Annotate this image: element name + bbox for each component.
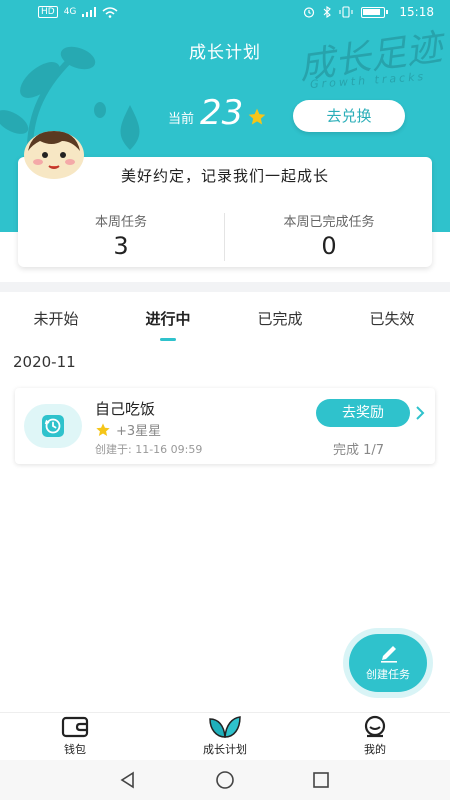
wifi-icon bbox=[102, 6, 118, 18]
home-icon[interactable] bbox=[215, 770, 235, 790]
hd-badge: HD bbox=[38, 6, 58, 18]
clock-time: 15:18 bbox=[399, 5, 434, 19]
weekly-done-label: 本周已完成任务 bbox=[283, 215, 375, 230]
redeem-button[interactable]: 去兑换 bbox=[293, 100, 405, 132]
active-tab-indicator bbox=[160, 338, 176, 341]
tab-completed[interactable]: 已完成 bbox=[224, 308, 336, 329]
star-icon bbox=[248, 108, 266, 125]
task-reward: +3星星 bbox=[95, 420, 161, 439]
nav-wallet[interactable]: 钱包 bbox=[25, 715, 125, 757]
nav-wallet-label: 钱包 bbox=[64, 743, 86, 756]
wallet-icon bbox=[61, 716, 89, 738]
bluetooth-icon bbox=[324, 6, 332, 18]
tab-expired[interactable]: 已失效 bbox=[336, 308, 448, 329]
network-label: 4G bbox=[63, 7, 77, 17]
give-reward-button[interactable]: 去奖励 bbox=[316, 399, 410, 427]
task-icon-badge bbox=[24, 404, 82, 448]
profile-icon bbox=[364, 715, 386, 738]
task-item[interactable]: 自己吃饭 +3星星 创建于: 11-16 09:59 去奖励 完成 1/7 bbox=[15, 388, 435, 464]
task-progress: 完成 1/7 bbox=[333, 443, 385, 458]
task-reward-text: +3星星 bbox=[116, 424, 162, 439]
status-bar: HD 4G 15:18 bbox=[0, 0, 450, 26]
task-created-time: 创建于: 11-16 09:59 bbox=[95, 443, 203, 456]
tab-not-started[interactable]: 未开始 bbox=[0, 308, 112, 329]
system-navigation-bar bbox=[0, 760, 450, 800]
points-prefix: 当前 bbox=[168, 112, 195, 127]
weekly-tasks-label: 本周任务 bbox=[94, 215, 147, 230]
nav-profile-label: 我的 bbox=[364, 743, 386, 756]
create-task-label: 创建任务 bbox=[366, 668, 410, 681]
chevron-right-icon[interactable] bbox=[415, 406, 425, 420]
pencil-icon bbox=[381, 646, 397, 663]
drop-decoration-icon bbox=[120, 105, 140, 150]
stat-divider bbox=[224, 213, 225, 261]
history-clock-icon bbox=[42, 415, 64, 437]
weekly-tasks-value: 3 bbox=[113, 232, 129, 260]
weekly-done-value: 0 bbox=[321, 232, 337, 260]
growth-leaf-icon bbox=[209, 716, 241, 738]
back-icon[interactable] bbox=[118, 770, 138, 790]
brand-logo: 成长足迹 Growth tracks bbox=[292, 27, 444, 108]
create-task-button[interactable]: 创建任务 bbox=[349, 634, 427, 692]
nav-growth-plan-label: 成长计划 bbox=[203, 743, 247, 756]
star-icon bbox=[96, 422, 110, 436]
battery-icon bbox=[361, 6, 389, 18]
weekly-done-stat[interactable]: 本周已完成任务 0 bbox=[226, 211, 432, 260]
weekly-tasks-stat[interactable]: 本周任务 3 bbox=[18, 211, 224, 260]
recents-icon[interactable] bbox=[311, 770, 331, 790]
signal-icon bbox=[82, 7, 97, 17]
nav-growth-plan[interactable]: 成长计划 bbox=[175, 715, 275, 757]
points-display: 当前 23 bbox=[168, 95, 267, 131]
status-tabs: 未开始 进行中 已完成 已失效 bbox=[0, 300, 450, 346]
vibrate-icon bbox=[339, 6, 353, 18]
points-value: 23 bbox=[200, 93, 244, 133]
bottom-navigation: 钱包 成长计划 我的 bbox=[0, 712, 450, 760]
nav-profile[interactable]: 我的 bbox=[325, 715, 425, 757]
tab-in-progress[interactable]: 进行中 bbox=[112, 308, 224, 329]
alarm-icon bbox=[304, 7, 315, 18]
task-title: 自己吃饭 bbox=[95, 400, 156, 418]
avatar bbox=[24, 131, 84, 179]
section-divider bbox=[0, 282, 450, 292]
month-header: 2020-11 bbox=[13, 353, 76, 371]
